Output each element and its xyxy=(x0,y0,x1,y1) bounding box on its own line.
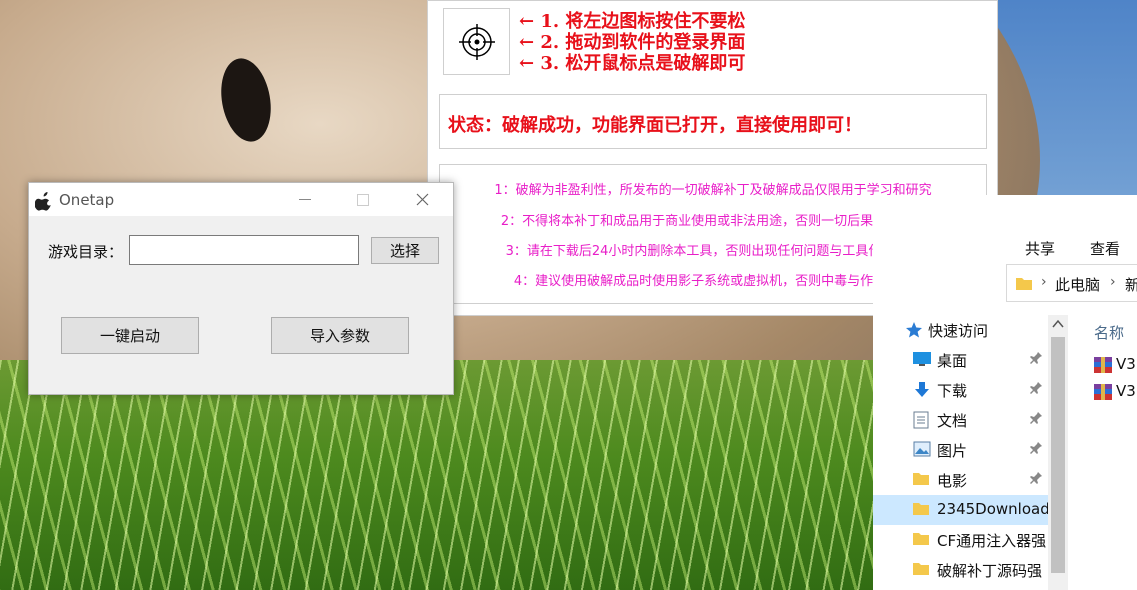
folder-icon xyxy=(913,503,929,515)
nav-item-label: 下载 xyxy=(937,382,968,400)
archive-icon xyxy=(1094,383,1112,400)
nav-item-label: 快速访问 xyxy=(928,322,989,340)
minimize-button[interactable] xyxy=(276,183,334,216)
game-directory-input[interactable] xyxy=(129,235,359,265)
maximize-button[interactable] xyxy=(334,183,392,216)
nav-item-label: 破解补丁源码强 xyxy=(937,562,1043,580)
nav-item-label: CF通用注入器强 xyxy=(937,532,1047,550)
nav-item-documents[interactable]: 文档 xyxy=(873,405,1048,435)
import-params-button[interactable]: 导入参数 xyxy=(271,317,409,354)
star-icon xyxy=(906,322,922,338)
crosshair-icon[interactable] xyxy=(457,22,497,62)
nav-item-label: 2345Download xyxy=(937,500,1050,518)
close-icon xyxy=(416,193,428,206)
address-bar[interactable]: › 此电脑 › 新 xyxy=(1006,264,1137,302)
apple-logo-icon xyxy=(35,192,51,211)
pin-icon[interactable] xyxy=(1029,441,1043,455)
nav-item-cf-injector[interactable]: CF通用注入器强 xyxy=(873,525,1048,555)
instruction-step: ← 3. 松开鼠标点是破解即可 xyxy=(519,53,746,74)
status-text: 状态：破解成功，功能界面已打开，直接使用即可！ xyxy=(448,115,862,136)
download-icon xyxy=(915,382,929,397)
nav-item-crack-source[interactable]: 破解补丁源码强 xyxy=(873,555,1048,585)
nav-item-downloads[interactable]: 下载 xyxy=(873,375,1048,405)
close-button[interactable] xyxy=(393,183,451,216)
maximize-icon xyxy=(357,193,369,206)
instruction-step: ← 1. 将左边图标按住不要松 xyxy=(519,11,746,32)
ribbon-tab-view[interactable]: 查看 xyxy=(1090,238,1120,259)
nav-item-label: 文档 xyxy=(937,412,968,430)
onetap-window: Onetap 游戏目录： 选择 一键启动 导入参数 xyxy=(28,182,454,395)
folder-icon xyxy=(1016,278,1032,290)
breadcrumb-current[interactable]: 新 xyxy=(1125,274,1137,295)
chevron-right-icon: › xyxy=(1041,274,1047,290)
breadcrumb-this-pc[interactable]: 此电脑 xyxy=(1055,274,1100,295)
pin-icon[interactable] xyxy=(1029,411,1043,425)
navigation-pane: 快速访问 桌面 下载 文档 图片 电影 2345Download CF通用注入器… xyxy=(873,315,1068,590)
select-button[interactable]: 选择 xyxy=(371,237,439,264)
nav-item-label: 图片 xyxy=(937,442,968,460)
scrollbar-thumb[interactable] xyxy=(1051,337,1065,573)
file-name: V3 xyxy=(1116,382,1136,400)
nav-item-desktop[interactable]: 桌面 xyxy=(873,345,1048,375)
column-header-name[interactable]: 名称 xyxy=(1094,322,1124,343)
nav-item-quick-access[interactable]: 快速访问 xyxy=(873,315,1048,345)
onetap-titlebar[interactable]: Onetap xyxy=(29,183,453,216)
pin-icon[interactable] xyxy=(1029,381,1043,395)
one-click-launch-button[interactable]: 一键启动 xyxy=(61,317,199,354)
file-name: V3 xyxy=(1116,355,1136,373)
status-box: 状态：破解成功，功能界面已打开，直接使用即可！ xyxy=(439,94,987,149)
folder-icon xyxy=(913,533,929,545)
nav-item-pictures[interactable]: 图片 xyxy=(873,435,1048,465)
file-list: 名称 V3 V3 xyxy=(1068,315,1137,590)
nav-item-2345download[interactable]: 2345Download xyxy=(873,495,1050,525)
file-item[interactable]: V3 xyxy=(1094,382,1136,400)
folder-icon xyxy=(913,563,929,575)
instruction-steps: ← 1. 将左边图标按住不要松 ← 2. 拖动到软件的登录界面 ← 3. 松开鼠… xyxy=(519,11,745,74)
folder-icon xyxy=(913,473,929,485)
pin-icon[interactable] xyxy=(1029,471,1043,485)
file-item[interactable]: V3 xyxy=(1094,355,1136,373)
scroll-up-icon[interactable] xyxy=(1052,319,1064,329)
crosshair-drag-target[interactable] xyxy=(443,8,510,75)
pin-icon[interactable] xyxy=(1029,351,1043,365)
game-directory-label: 游戏目录： xyxy=(48,243,124,261)
archive-icon xyxy=(1094,356,1112,373)
minimize-icon xyxy=(299,198,311,200)
picture-icon xyxy=(913,441,931,457)
explorer-ribbon: 共享 查看 xyxy=(873,195,1137,261)
nav-item-label: 电影 xyxy=(937,472,968,490)
chevron-right-icon: › xyxy=(1110,274,1116,290)
window-title: Onetap xyxy=(59,191,115,209)
instruction-step: ← 2. 拖动到软件的登录界面 xyxy=(519,32,746,53)
desktop-icon xyxy=(913,352,931,366)
ribbon-tab-share[interactable]: 共享 xyxy=(1025,238,1055,259)
document-icon xyxy=(913,411,929,429)
file-explorer-window: 共享 查看 › 此电脑 › 新 快速访问 桌面 下载 文档 图片 电影 2345… xyxy=(873,195,1137,590)
nav-item-label: 桌面 xyxy=(937,352,968,370)
nav-scrollbar[interactable] xyxy=(1048,315,1068,590)
nav-item-movies[interactable]: 电影 xyxy=(873,465,1048,495)
